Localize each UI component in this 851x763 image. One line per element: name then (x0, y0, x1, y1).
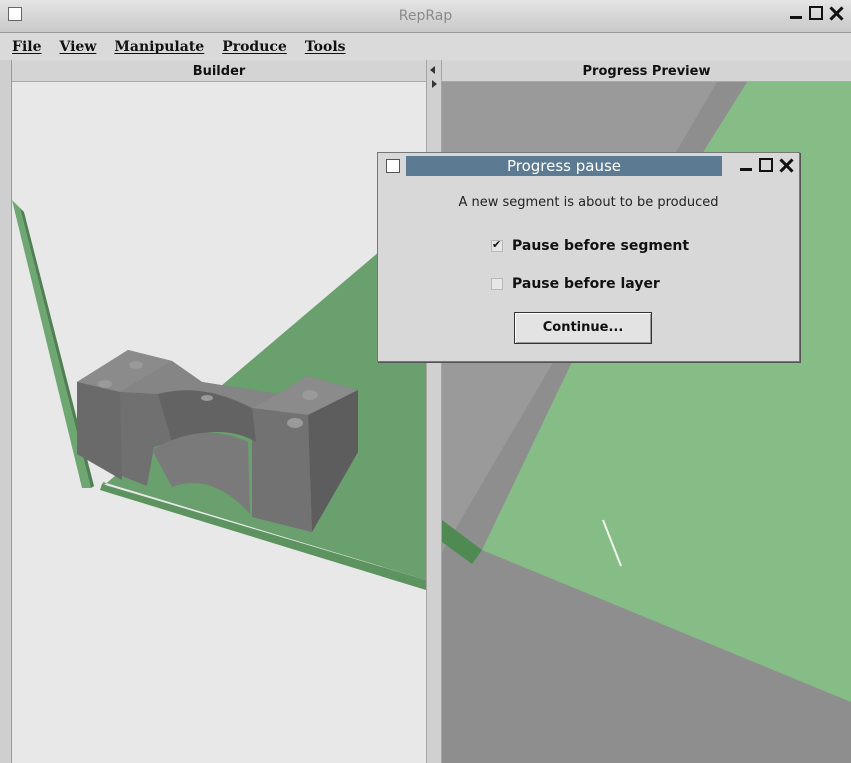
dialog-title: Progress pause (406, 156, 722, 176)
pause-before-segment-label: Pause before segment (512, 238, 690, 254)
dialog-minimize-icon[interactable] (739, 158, 753, 172)
pause-before-segment-option[interactable]: Pause before segment (491, 238, 689, 254)
builder-3d-view[interactable] (12, 82, 426, 763)
preview-panel-title: Progress Preview (442, 62, 851, 82)
dialog-titlebar[interactable]: Progress pause (378, 153, 799, 179)
dialog-message: A new segment is about to be produced (458, 195, 719, 210)
continue-button[interactable]: Continue... (514, 312, 652, 344)
dialog-menu-icon[interactable] (386, 159, 400, 173)
preview-plate-edge (442, 520, 482, 564)
pause-before-layer-checkbox[interactable] (491, 278, 503, 290)
menu-produce[interactable]: Produce (222, 39, 287, 55)
dialog-close-icon[interactable] (779, 158, 793, 172)
app-titlebar[interactable]: RepRap (0, 0, 851, 33)
maximize-icon[interactable] (809, 6, 823, 20)
menu-bar: File View Manipulate Produce Tools (0, 33, 851, 60)
menu-manipulate[interactable]: Manipulate (114, 39, 204, 55)
menu-file[interactable]: File (12, 39, 41, 55)
minimize-icon[interactable] (789, 6, 803, 20)
builder-scene (12, 200, 426, 590)
dialog-window-controls (739, 158, 793, 172)
left-border (0, 60, 12, 763)
builder-panel-title: Builder (12, 62, 426, 82)
collapse-left-icon[interactable] (430, 66, 435, 74)
pause-before-layer-option[interactable]: Pause before layer (491, 276, 660, 292)
pause-before-layer-label: Pause before layer (512, 276, 660, 292)
collapse-right-icon[interactable] (432, 80, 437, 88)
dialog-maximize-icon[interactable] (759, 158, 773, 172)
menu-tools[interactable]: Tools (305, 39, 346, 55)
window-controls (789, 6, 843, 20)
pause-before-segment-checkbox[interactable] (491, 238, 503, 252)
progress-pause-dialog: Progress pause A new segment is about to… (377, 152, 800, 362)
app-title: RepRap (398, 8, 453, 24)
close-icon[interactable] (829, 6, 843, 20)
menu-view[interactable]: View (59, 39, 96, 55)
